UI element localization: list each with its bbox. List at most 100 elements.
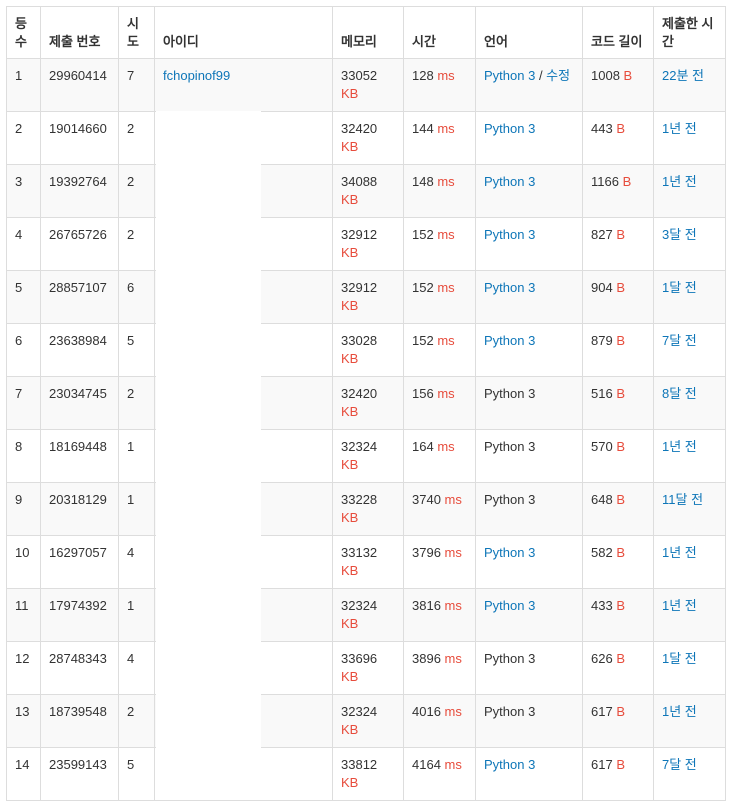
language-cell: Python 3: [475, 270, 583, 324]
time-value: 144: [412, 121, 434, 136]
memory-value: 32324: [341, 439, 378, 454]
language-link[interactable]: Python 3: [484, 121, 535, 136]
submission-id-cell: 19014660: [40, 111, 119, 165]
rank-cell: 12: [6, 641, 41, 695]
memory-value: 34088: [341, 174, 378, 189]
language-link[interactable]: Python 3: [484, 227, 535, 242]
submitted-at-link[interactable]: 1년 전: [662, 121, 697, 136]
rank-cell: 13: [6, 694, 41, 748]
user-link[interactable]: fchopinof99: [163, 68, 230, 83]
code-length-unit: B: [616, 227, 625, 242]
attempts-cell: 4: [118, 641, 155, 695]
code-length-value: 582: [591, 545, 613, 560]
code-length-unit: B: [616, 121, 625, 136]
header-submission-id[interactable]: 제출 번호: [40, 6, 119, 59]
time-unit: ms: [444, 598, 462, 613]
submitted-at-link[interactable]: 22분 전: [662, 68, 704, 83]
code-length-unit: B: [623, 68, 633, 83]
memory-cell: 33132 KB: [332, 535, 404, 589]
time-cell: 164 ms: [403, 429, 476, 483]
code-length-cell: 827 B: [582, 217, 654, 271]
language-link: Python 3: [484, 439, 536, 454]
submitted-at-link[interactable]: 1년 전: [662, 598, 697, 613]
header-code-length[interactable]: 코드 길이: [582, 6, 654, 59]
time-unit: ms: [437, 280, 455, 295]
attempts-cell: 2: [118, 164, 155, 218]
memory-cell: 33696 KB: [332, 641, 404, 695]
memory-unit: KB: [341, 245, 359, 260]
header-submitted-at[interactable]: 제출한 시 간: [653, 6, 726, 59]
submitted-at-cell: 1년 전: [653, 535, 726, 589]
code-length-value: 904: [591, 280, 613, 295]
submitted-at-link[interactable]: 7달 전: [662, 333, 697, 348]
rank-cell: 5: [6, 270, 41, 324]
code-length-value: 827: [591, 227, 613, 242]
code-length-unit: B: [616, 651, 625, 666]
code-length-unit: B: [616, 333, 625, 348]
submitted-at-link[interactable]: 1달 전: [662, 651, 697, 666]
memory-cell: 32420 KB: [332, 111, 404, 165]
header-language[interactable]: 언어: [475, 6, 583, 59]
rank-cell: 2: [6, 111, 41, 165]
submission-id-cell: 29960414: [40, 58, 119, 112]
memory-unit: KB: [341, 404, 359, 419]
rank-cell: 1: [6, 58, 41, 112]
language-link[interactable]: Python 3: [484, 280, 535, 295]
attempts-cell: 2: [118, 694, 155, 748]
time-unit: ms: [444, 704, 462, 719]
time-unit: ms: [437, 121, 455, 136]
language-link: Python 3: [484, 651, 536, 666]
attempts-cell: 2: [118, 376, 155, 430]
code-length-value: 648: [591, 492, 613, 507]
submitted-at-link[interactable]: 7달 전: [662, 757, 697, 772]
edit-link[interactable]: 수정: [546, 68, 570, 83]
submitted-at-link[interactable]: 1년 전: [662, 545, 697, 560]
rank-cell: 11: [6, 588, 41, 642]
language-link[interactable]: Python 3: [484, 333, 535, 348]
code-length-cell: 433 B: [582, 588, 654, 642]
language-link[interactable]: Python 3: [484, 598, 535, 613]
header-time[interactable]: 시간: [403, 6, 476, 59]
language-link[interactable]: Python 3: [484, 545, 535, 560]
submitted-at-link[interactable]: 11달 전: [662, 492, 703, 507]
memory-unit: KB: [341, 351, 359, 366]
code-length-value: 1008: [591, 68, 620, 83]
submitted-at-link[interactable]: 1년 전: [662, 704, 697, 719]
code-length-cell: 626 B: [582, 641, 654, 695]
submitted-at-link[interactable]: 8달 전: [662, 386, 697, 401]
language-cell: Python 3: [475, 323, 583, 377]
header-attempts[interactable]: 시 도: [118, 6, 155, 59]
code-length-cell: 648 B: [582, 482, 654, 536]
time-unit: ms: [444, 651, 462, 666]
memory-value: 32912: [341, 280, 378, 295]
rank-cell: 9: [6, 482, 41, 536]
time-value: 152: [412, 333, 434, 348]
header-memory[interactable]: 메모리: [332, 6, 404, 59]
header-user-id[interactable]: 아이디: [154, 6, 333, 59]
code-length-value: 617: [591, 704, 613, 719]
submitted-at-link[interactable]: 1년 전: [662, 174, 697, 189]
time-value: 3740: [412, 492, 441, 507]
language-cell: Python 3: [475, 217, 583, 271]
time-value: 164: [412, 439, 434, 454]
memory-value: 33812: [341, 757, 378, 772]
time-unit: ms: [437, 227, 455, 242]
language-cell: Python 3: [475, 694, 583, 748]
header-rank[interactable]: 등 수: [6, 6, 41, 59]
time-value: 148: [412, 174, 434, 189]
language-link[interactable]: Python 3: [484, 757, 535, 772]
memory-value: 32324: [341, 598, 378, 613]
submitted-at-link[interactable]: 3달 전: [662, 227, 697, 242]
language-link[interactable]: Python 3: [484, 174, 535, 189]
memory-unit: KB: [341, 298, 359, 313]
submitted-at-link[interactable]: 1년 전: [662, 439, 697, 454]
submitted-at-cell: 1년 전: [653, 694, 726, 748]
language-link[interactable]: Python 3: [484, 68, 535, 83]
user-id-cell: fchopinof99: [154, 58, 333, 112]
submission-id-cell: 16297057: [40, 535, 119, 589]
language-link: Python 3: [484, 704, 536, 719]
language-cell: Python 3: [475, 588, 583, 642]
memory-cell: 32324 KB: [332, 694, 404, 748]
code-length-value: 626: [591, 651, 613, 666]
submitted-at-link[interactable]: 1달 전: [662, 280, 697, 295]
